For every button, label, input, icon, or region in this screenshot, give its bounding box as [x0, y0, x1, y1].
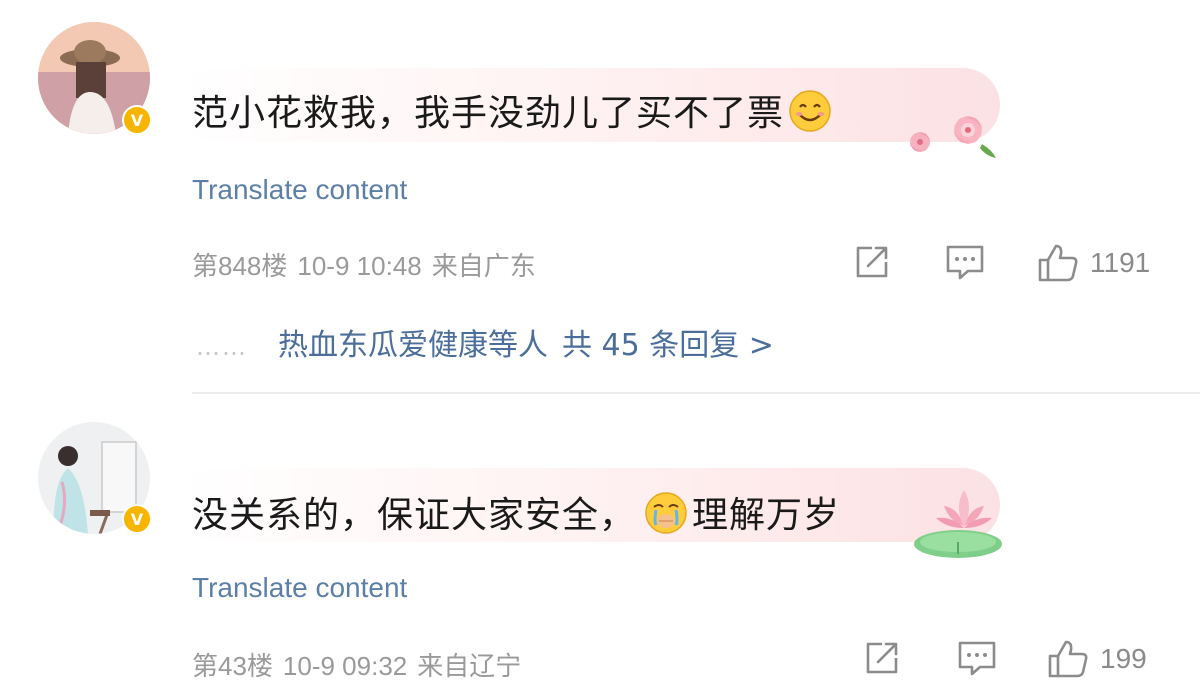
- thumbs-up-icon: [1038, 244, 1078, 282]
- like-count: 1191: [1090, 247, 1151, 278]
- share-icon: [866, 642, 898, 674]
- verified-badge: V: [122, 504, 152, 534]
- floor-number: 第848楼: [192, 251, 288, 281]
- reply-button[interactable]: [944, 242, 986, 282]
- like-button[interactable]: 199: [1046, 638, 1147, 680]
- comment-item: V 没关系的，保证大家安全， 理解万岁 Translate content 第4…: [0, 394, 1200, 700]
- translate-content-link[interactable]: Translate content: [192, 174, 407, 206]
- comment-item: V 范小花救我，我手没劲儿了买不了票 Translate content 第84…: [0, 0, 1200, 394]
- reply-users: 热血东瓜爱健康等人: [278, 328, 548, 363]
- comment-meta: 第848楼 10-9 10:48 来自广东: [192, 246, 546, 283]
- comment-icon: [958, 641, 996, 676]
- comment-text-before: 没关系的，保证大家安全，: [192, 495, 637, 536]
- translate-content-link[interactable]: Translate content: [192, 572, 407, 604]
- share-button[interactable]: [862, 638, 902, 678]
- comment-time: 10-9 09:32: [282, 651, 408, 681]
- reply-dots: ……: [196, 333, 248, 361]
- comment-time: 10-9 10:48: [297, 251, 422, 281]
- share-button[interactable]: [852, 242, 892, 282]
- flower-decoration-icon: [910, 116, 996, 158]
- comment-location: 来自辽宁: [417, 651, 522, 681]
- lotus-decoration-icon: [914, 490, 1002, 558]
- comment-location: 来自广东: [431, 251, 536, 281]
- view-replies-link[interactable]: …… 热血东瓜爱健康等人共 45 条回复 >: [196, 320, 774, 364]
- comment-meta: 第43楼 10-9 09:32 来自辽宁: [192, 646, 531, 683]
- verified-badge: V: [122, 105, 152, 135]
- reply-button[interactable]: [956, 638, 998, 678]
- thumbs-up-icon: [1048, 640, 1088, 678]
- comment-text: 范小花救我，我手没劲儿了买不了票: [192, 84, 832, 136]
- comment-text: 没关系的，保证大家安全， 理解万岁: [192, 486, 840, 538]
- comment-text-content: 范小花救我，我手没劲儿了买不了票: [192, 93, 785, 134]
- like-button[interactable]: 1191: [1036, 242, 1150, 284]
- reply-total: 共 45 条回复 >: [562, 328, 774, 363]
- comment-icon: [946, 245, 984, 280]
- share-icon: [856, 246, 888, 278]
- like-count: 199: [1100, 643, 1147, 674]
- comment-text-after: 理解万岁: [692, 495, 841, 536]
- crying-emoji-icon: [645, 492, 687, 534]
- floor-number: 第43楼: [192, 651, 273, 681]
- smile-emoji-icon: [789, 90, 831, 132]
